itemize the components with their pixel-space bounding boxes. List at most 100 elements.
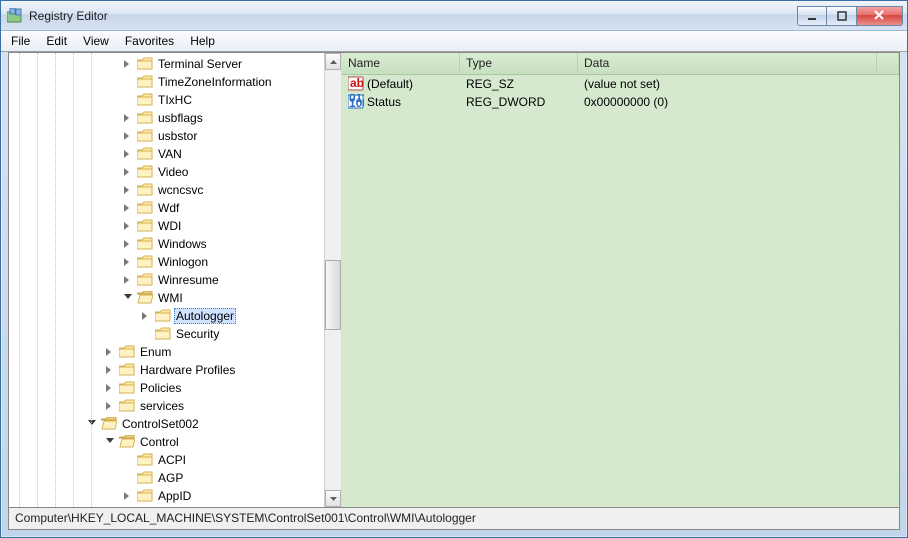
expand-icon[interactable] bbox=[121, 217, 136, 235]
tree-item[interactable]: usbflags bbox=[9, 109, 324, 127]
tree-item[interactable]: TimeZoneInformation bbox=[9, 73, 324, 91]
scroll-up-button[interactable] bbox=[325, 53, 341, 70]
scroll-track[interactable] bbox=[325, 70, 341, 490]
scroll-thumb[interactable] bbox=[325, 260, 341, 330]
menu-view[interactable]: View bbox=[75, 32, 117, 50]
tree-item[interactable]: services bbox=[9, 397, 324, 415]
menu-edit[interactable]: Edit bbox=[38, 32, 75, 50]
collapse-icon[interactable] bbox=[103, 433, 118, 451]
list-row[interactable]: StatusREG_DWORD0x00000000 (0) bbox=[342, 93, 899, 111]
regedit-icon bbox=[7, 8, 23, 24]
folder-icon bbox=[137, 75, 153, 89]
expand-icon[interactable] bbox=[121, 181, 136, 199]
expand-icon[interactable] bbox=[121, 55, 136, 73]
folder-icon bbox=[155, 309, 171, 323]
expand-icon[interactable] bbox=[121, 109, 136, 127]
expand-icon[interactable] bbox=[103, 343, 118, 361]
tree-item-label: Security bbox=[174, 327, 221, 341]
tree-item[interactable]: Enum bbox=[9, 343, 324, 361]
chevron-down-icon bbox=[330, 497, 337, 501]
folder-open-icon bbox=[137, 291, 153, 305]
registry-editor-window: Registry Editor File Edit View Favorites… bbox=[0, 0, 908, 538]
folder-icon bbox=[137, 471, 153, 485]
list-body[interactable]: (Default) REG_SZ(value not set) StatusREG_… bbox=[342, 75, 899, 111]
tree-item-label: ControlSet002 bbox=[120, 417, 201, 431]
tree-item-label: Wdf bbox=[156, 201, 181, 215]
folder-icon bbox=[137, 57, 153, 71]
collapse-icon[interactable] bbox=[121, 289, 136, 307]
expand-icon[interactable] bbox=[121, 145, 136, 163]
tree-item[interactable]: wcncsvc bbox=[9, 181, 324, 199]
folder-icon bbox=[137, 147, 153, 161]
tree-item[interactable]: Autologger bbox=[9, 307, 324, 325]
tree-item[interactable]: AGP bbox=[9, 469, 324, 487]
value-name: (Default) bbox=[367, 77, 413, 91]
tree-item[interactable]: TIxHC bbox=[9, 91, 324, 109]
tree-item[interactable]: VAN bbox=[9, 145, 324, 163]
no-expand bbox=[121, 91, 136, 109]
tree-item[interactable]: ControlSet002 bbox=[9, 415, 324, 433]
tree-item[interactable]: WMI bbox=[9, 289, 324, 307]
collapse-icon[interactable] bbox=[85, 415, 100, 433]
menu-favorites[interactable]: Favorites bbox=[117, 32, 182, 50]
tree-item[interactable]: AppID bbox=[9, 487, 324, 505]
value-data: (value not set) bbox=[580, 77, 899, 91]
column-header-type[interactable]: Type bbox=[460, 53, 578, 74]
tree-item[interactable]: Windows bbox=[9, 235, 324, 253]
expand-icon[interactable] bbox=[121, 199, 136, 217]
folder-icon bbox=[137, 237, 153, 251]
maximize-button[interactable] bbox=[827, 6, 857, 26]
expand-icon[interactable] bbox=[103, 361, 118, 379]
tree-item-label: usbflags bbox=[156, 111, 205, 125]
minimize-button[interactable] bbox=[797, 6, 827, 26]
tree-item[interactable]: ACPI bbox=[9, 451, 324, 469]
expand-icon[interactable] bbox=[121, 235, 136, 253]
tree-item[interactable]: Terminal Server bbox=[9, 55, 324, 73]
tree-item[interactable]: Winlogon bbox=[9, 253, 324, 271]
client-area: Terminal ServerTimeZoneInformationTIxHC u… bbox=[8, 52, 900, 508]
tree-item[interactable]: Winresume bbox=[9, 271, 324, 289]
tree-item[interactable]: WDI bbox=[9, 217, 324, 235]
folder-icon bbox=[155, 327, 171, 341]
expand-icon[interactable] bbox=[103, 397, 118, 415]
value-type: REG_DWORD bbox=[462, 95, 580, 109]
folder-icon bbox=[137, 201, 153, 215]
no-expand bbox=[121, 451, 136, 469]
menu-help[interactable]: Help bbox=[182, 32, 223, 50]
value-data: 0x00000000 (0) bbox=[580, 95, 899, 109]
tree-item[interactable]: Video bbox=[9, 163, 324, 181]
value-type: REG_SZ bbox=[462, 77, 580, 91]
menu-file[interactable]: File bbox=[3, 32, 38, 50]
tree-item[interactable]: usbstor bbox=[9, 127, 324, 145]
column-header-name[interactable]: Name bbox=[342, 53, 460, 74]
tree-item-label: Autologger bbox=[174, 308, 236, 324]
tree-item-label: Control bbox=[138, 435, 181, 449]
folder-icon bbox=[137, 489, 153, 503]
titlebar[interactable]: Registry Editor bbox=[1, 1, 907, 31]
tree-item-label: Policies bbox=[138, 381, 183, 395]
tree-item[interactable]: Policies bbox=[9, 379, 324, 397]
registry-tree[interactable]: Terminal ServerTimeZoneInformationTIxHC u… bbox=[9, 53, 324, 507]
list-row[interactable]: (Default) REG_SZ(value not set) bbox=[342, 75, 899, 93]
dword-value-icon bbox=[348, 94, 364, 110]
expand-icon[interactable] bbox=[121, 487, 136, 505]
tree-item[interactable]: Control bbox=[9, 433, 324, 451]
expand-icon[interactable] bbox=[121, 163, 136, 181]
tree-item[interactable]: Security bbox=[9, 325, 324, 343]
chevron-up-icon bbox=[330, 60, 337, 64]
column-header-data[interactable]: Data bbox=[578, 53, 877, 74]
expand-icon[interactable] bbox=[139, 307, 154, 325]
expand-icon[interactable] bbox=[121, 271, 136, 289]
folder-icon bbox=[119, 399, 135, 413]
window-title: Registry Editor bbox=[29, 9, 797, 23]
expand-icon[interactable] bbox=[121, 127, 136, 145]
tree-item[interactable]: Hardware Profiles bbox=[9, 361, 324, 379]
tree-item[interactable]: Wdf bbox=[9, 199, 324, 217]
expand-icon[interactable] bbox=[103, 379, 118, 397]
expand-icon[interactable] bbox=[121, 253, 136, 271]
folder-open-icon bbox=[101, 417, 117, 431]
tree-scrollbar-vertical[interactable] bbox=[324, 53, 341, 507]
close-button[interactable] bbox=[857, 6, 903, 26]
scroll-down-button[interactable] bbox=[325, 490, 341, 507]
tree-item-label: wcncsvc bbox=[156, 183, 205, 197]
